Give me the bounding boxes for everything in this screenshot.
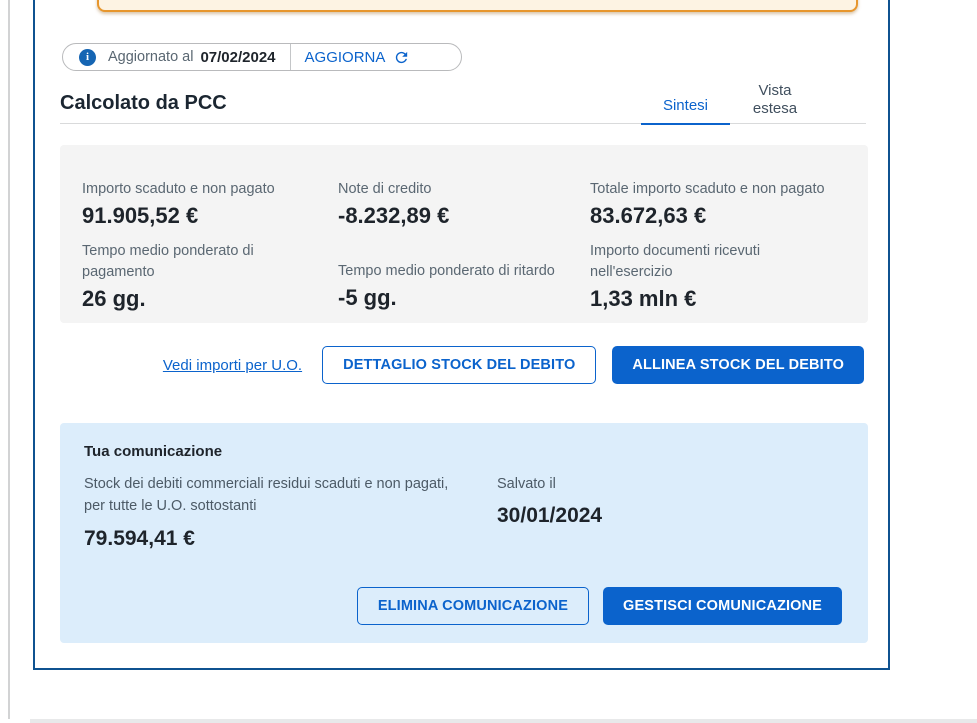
view-tabs: Sintesi Vista estesa (641, 82, 866, 123)
page-title: Calcolato da PCC (60, 92, 227, 115)
stat-value: -5 gg. (338, 285, 590, 311)
updated-at-date: 07/02/2024 (200, 49, 275, 66)
stat-importo-scaduto: Importo scaduto e non pagato 91.905,52 € (82, 159, 338, 229)
salvato-il-cell: Salvato il 30/01/2024 (497, 473, 844, 551)
stat-documenti-ricevuti: Importo documenti ricevuti nell'esercizi… (590, 241, 846, 312)
pcc-stats-card: Importo scaduto e non pagato 91.905,52 €… (60, 145, 868, 323)
tua-comunicazione-card: Tua comunicazione Stock dei debiti comme… (60, 423, 868, 643)
salvato-il-value: 30/01/2024 (497, 504, 844, 528)
stat-label: Tempo medio ponderato di pagamento (82, 241, 317, 283)
stat-value: 91.905,52 € (82, 203, 338, 229)
stat-value: -8.232,89 € (338, 203, 590, 229)
stat-value: 83.672,63 € (590, 203, 846, 229)
stat-tempo-pagamento: Tempo medio ponderato di pagamento 26 gg… (82, 241, 338, 312)
info-icon[interactable]: i (79, 49, 96, 66)
refresh-button[interactable]: AGGIORNA (291, 44, 425, 70)
comunicazione-title: Tua comunicazione (84, 443, 844, 460)
comunicazione-actions: ELIMINA COMUNICAZIONE GESTISCI COMUNICAZ… (357, 587, 842, 625)
update-status-bar: i Aggiornato al 07/02/2024 AGGIORNA (62, 43, 462, 71)
stat-value: 1,33 mln € (590, 286, 846, 312)
stock-debiti-cell: Stock dei debiti commerciali residui sca… (84, 473, 497, 551)
stat-note-credito: Note di credito -8.232,89 € (338, 159, 590, 229)
stock-debiti-label: Stock dei debiti commerciali residui sca… (84, 473, 456, 518)
comunicazione-values: Stock dei debiti commerciali residui sca… (84, 473, 844, 551)
dettaglio-stock-button[interactable]: DETTAGLIO STOCK DEL DEBITO (322, 346, 596, 384)
stock-debiti-value: 79.594,41 € (84, 527, 497, 551)
stat-label: Importo scaduto e non pagato (82, 159, 317, 200)
bottom-section-edge (30, 719, 977, 723)
tab-vista-estesa[interactable]: Vista estesa (730, 82, 820, 123)
stat-label: Totale importo scaduto e non pagato (590, 159, 825, 200)
tab-sintesi[interactable]: Sintesi (641, 97, 730, 126)
updated-at-label: Aggiornato al (108, 49, 193, 65)
salvato-il-label: Salvato il (497, 473, 844, 495)
debt-stock-panel: i Aggiornato al 07/02/2024 AGGIORNA Calc… (33, 0, 890, 670)
stat-value: 26 gg. (82, 286, 338, 312)
stat-label: Tempo medio ponderato di ritardo (338, 241, 573, 282)
left-divider (8, 0, 10, 719)
gestisci-comunicazione-button[interactable]: GESTISCI COMUNICAZIONE (603, 587, 842, 625)
page: i Aggiornato al 07/02/2024 AGGIORNA Calc… (0, 0, 977, 723)
elimina-comunicazione-button[interactable]: ELIMINA COMUNICAZIONE (357, 587, 589, 625)
section-header: Calcolato da PCC Sintesi Vista estesa (60, 82, 866, 124)
stat-label: Note di credito (338, 159, 573, 200)
stat-tempo-ritardo: Tempo medio ponderato di ritardo -5 gg. (338, 241, 590, 312)
actions-row: Vedi importi per U.O. DETTAGLIO STOCK DE… (60, 346, 868, 384)
allinea-stock-button[interactable]: ALLINEA STOCK DEL DEBITO (612, 346, 864, 384)
refresh-icon (393, 49, 410, 66)
stat-label: Importo documenti ricevuti nell'esercizi… (590, 241, 825, 283)
refresh-button-label: AGGIORNA (305, 49, 386, 66)
warning-alert (97, 0, 858, 12)
vedi-importi-link[interactable]: Vedi importi per U.O. (163, 357, 302, 374)
stat-totale-scaduto: Totale importo scaduto e non pagato 83.6… (590, 159, 846, 229)
